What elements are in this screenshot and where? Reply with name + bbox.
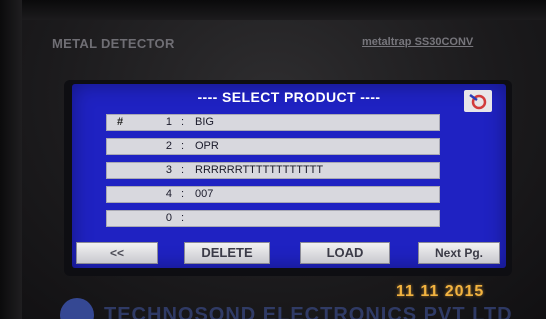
- product-row[interactable]: 0 :: [106, 210, 440, 227]
- product-row[interactable]: 4 : 007: [106, 186, 440, 203]
- company-name-label: TECHNOSOND ELECTRONICS PVT LTD: [104, 304, 513, 319]
- product-row[interactable]: 2 : OPR: [106, 138, 440, 155]
- product-number: 0: [165, 212, 172, 224]
- product-number: 2: [165, 140, 172, 152]
- product-row[interactable]: # 1 : BIG: [106, 114, 440, 131]
- load-button[interactable]: LOAD: [300, 242, 390, 264]
- panel-frame-top: [0, 0, 546, 20]
- product-separator: :: [181, 140, 185, 152]
- selected-marker: #: [117, 116, 124, 128]
- product-row[interactable]: 3 : RRRRRRTTTTTTTTTTTT: [106, 162, 440, 179]
- date-display: 11 11 2015: [396, 283, 485, 300]
- product-number: 3: [165, 164, 172, 176]
- device-panel: METAL DETECTOR metaltrap SS30CONV ---- S…: [0, 0, 546, 319]
- product-number: 1: [165, 116, 172, 128]
- product-separator: :: [181, 212, 185, 224]
- button-bar: << DELETE LOAD Next Pg.: [74, 242, 504, 266]
- product-separator: :: [181, 188, 185, 200]
- next-page-button[interactable]: Next Pg.: [418, 242, 500, 264]
- product-number: 4: [165, 188, 172, 200]
- product-name: BIG: [195, 116, 214, 128]
- product-name: 007: [195, 188, 214, 200]
- product-list: # 1 : BIG 2 : OPR 3 : RRRRRRTTTTTTTTTTTT…: [106, 114, 440, 234]
- panel-frame-left: [0, 0, 22, 319]
- screen-title: ---- SELECT PRODUCT ----: [197, 89, 381, 105]
- product-separator: :: [181, 164, 185, 176]
- product-name: OPR: [195, 140, 219, 152]
- device-brand-label: METAL DETECTOR: [52, 36, 175, 51]
- product-separator: :: [181, 116, 185, 128]
- previous-page-button[interactable]: <<: [76, 242, 158, 264]
- logo-icon: [464, 90, 492, 112]
- company-logo-icon: [60, 298, 94, 319]
- delete-button[interactable]: DELETE: [184, 242, 270, 264]
- device-model-label: metaltrap SS30CONV: [362, 36, 474, 48]
- lcd-screen: ---- SELECT PRODUCT ---- # 1 : BIG 2 : O…: [72, 84, 506, 268]
- product-name: RRRRRRTTTTTTTTTTTT: [195, 164, 324, 176]
